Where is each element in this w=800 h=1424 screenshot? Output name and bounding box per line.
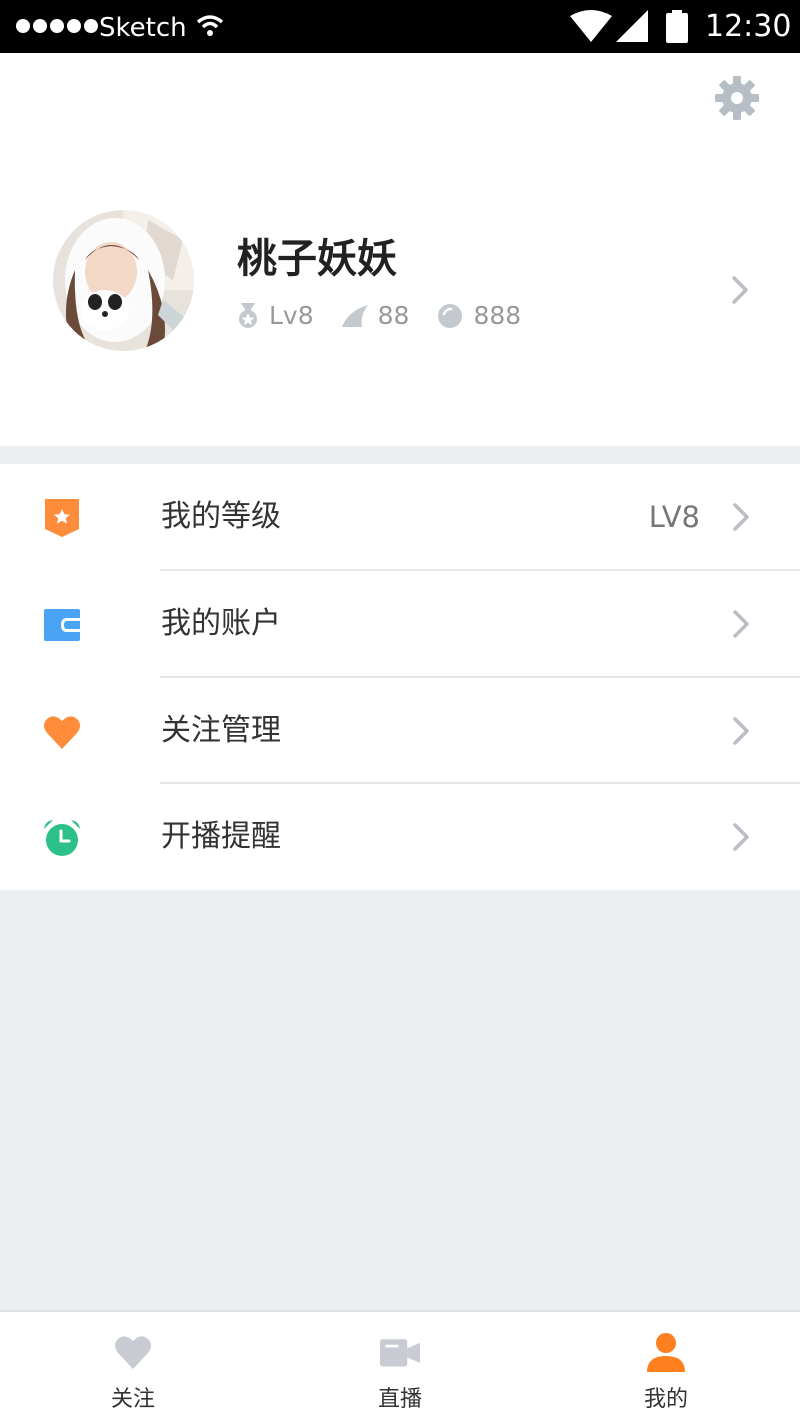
status-bar: Sketch 12:30 [0,0,800,53]
fans-stat: 88 [341,300,410,332]
level-value: LV8 [648,500,700,534]
menu-item-level[interactable]: 我的等级 LV8 [0,464,800,570]
wallet-icon [44,609,80,641]
tab-follow[interactable]: 关注 [0,1312,266,1424]
tab-label: 关注 [110,1387,155,1412]
battery-icon [666,10,688,43]
menu-item-follow-management[interactable]: 关注管理 [0,678,800,784]
cell-signal-icon [616,10,648,42]
medal-icon [239,303,257,328]
menu-item-live-reminder[interactable]: 开播提醒 [0,784,800,890]
signal-dots-icon [16,19,98,33]
menu-item-account[interactable]: 我的账户 [0,571,800,677]
menu-item-label: 我的等级 [161,499,281,534]
alarm-clock-icon [44,820,80,856]
coin-icon [438,304,463,328]
heart-icon [44,716,80,749]
bottom-tab-bar: 关注 直播 我的 [0,1310,800,1424]
video-camera-icon [380,1339,420,1367]
tab-mine[interactable]: 我的 [533,1312,799,1424]
level-value: Lv8 [269,301,314,330]
menu-item-label: 开播提醒 [161,819,281,854]
tab-label: 直播 [377,1387,422,1412]
level-badge-icon [45,499,79,537]
profile-card[interactable]: 桃子妖妖 Lv8 88 888 [0,53,800,446]
fans-value: 88 [377,301,410,330]
level-stat: Lv8 [237,300,314,332]
menu-item-label: 关注管理 [161,713,281,748]
coins-value: 888 [473,301,522,330]
chevron-right-icon [733,717,749,745]
chevron-right-icon [733,823,749,851]
heart-icon [115,1336,151,1369]
chevron-right-icon[interactable] [730,275,750,305]
username: 桃子妖妖 [237,236,397,282]
wifi-signal-icon [570,10,612,42]
tab-label: 我的 [643,1387,688,1412]
settings-gear-icon[interactable] [714,75,760,121]
menu-list: 我的等级 LV8 我的账户 关注管理 开播提醒 [0,464,800,890]
chevron-right-icon [733,503,749,531]
user-stats: Lv8 88 888 [237,300,549,332]
chevron-right-icon [733,610,749,638]
coins-stat: 888 [437,300,521,332]
status-time: 12:30 [705,9,792,44]
fin-icon [341,305,368,327]
user-icon [647,1333,685,1372]
wifi-icon [196,15,224,36]
tab-live[interactable]: 直播 [267,1312,533,1424]
carrier-name: Sketch [99,13,187,43]
avatar[interactable] [53,210,194,351]
menu-item-label: 我的账户 [161,606,281,641]
